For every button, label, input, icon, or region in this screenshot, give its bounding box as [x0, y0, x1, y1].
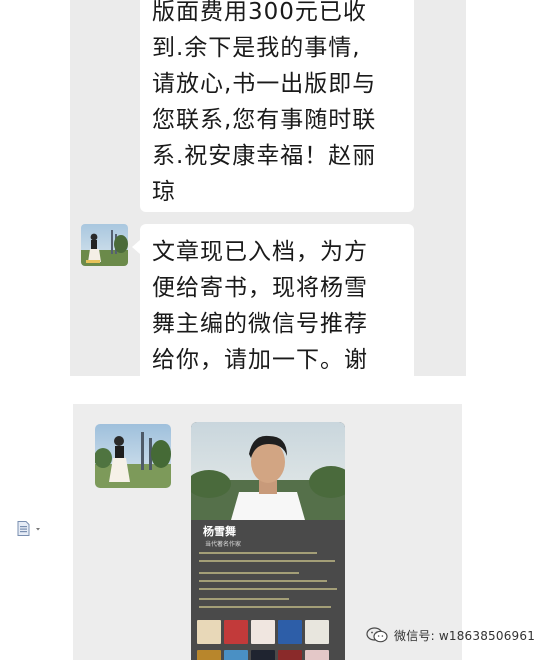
book-cover — [278, 620, 302, 644]
message-bubble[interactable]: 文章现已入档，为方 便给寄书，现将杨雪 舞主编的微信号推荐 给你，请加一下。谢 — [132, 224, 414, 376]
sender-avatar[interactable] — [95, 424, 171, 488]
message-bubble[interactable]: 版面费用300元已收 到.余下是我的事情, 请放心,书一出版即与 您联系,您有事… — [140, 0, 414, 212]
chat-screenshot-bottom: 杨雪舞 当代著名作家 — [73, 404, 462, 660]
book-cover — [224, 620, 248, 644]
book-cover — [224, 650, 248, 660]
avatar-photo-icon — [81, 224, 128, 266]
book-cover — [251, 620, 275, 644]
chat-screenshot-top: 版面费用300元已收 到.余下是我的事情, 请放心,书一出版即与 您联系,您有事… — [70, 0, 466, 376]
book-cover — [305, 620, 329, 644]
watermark-text: 微信号: w18638506961 — [394, 628, 536, 643]
book-cover — [197, 620, 221, 644]
watermark: 微信号: w18638506961 — [366, 626, 535, 644]
sender-avatar[interactable] — [81, 224, 128, 266]
avatar-photo-icon — [95, 424, 171, 488]
message-text: 文章现已入档，为方 便给寄书，现将杨雪 舞主编的微信号推荐 给你，请加一下。谢 — [152, 239, 368, 373]
book-cover — [305, 650, 329, 660]
message-text: 版面费用300元已收 到.余下是我的事情, 请放心,书一出版即与 您联系,您有事… — [152, 0, 377, 205]
book-cover — [251, 650, 275, 660]
wechat-public-icon — [366, 627, 388, 643]
document-icon[interactable] — [17, 521, 40, 536]
profile-title: 当代著名作家 — [205, 541, 242, 548]
book-cover — [197, 650, 221, 660]
profile-name: 杨雪舞 — [203, 525, 236, 538]
author-photo — [191, 422, 345, 520]
book-cover — [278, 650, 302, 660]
contact-card[interactable]: 杨雪舞 当代著名作家 — [191, 422, 345, 660]
